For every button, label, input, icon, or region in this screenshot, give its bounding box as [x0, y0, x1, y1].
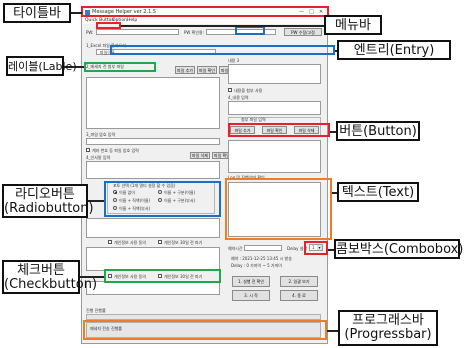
- check-before-run-button[interactable]: 1. 실행 전 확인: [232, 276, 270, 287]
- attach-files-text[interactable]: [86, 77, 220, 129]
- schedule-label: 예약시간: [228, 246, 243, 251]
- checkbox-consent-1-label: 개인정보 사용 동의: [114, 240, 146, 245]
- greeting-text[interactable]: [86, 161, 220, 179]
- tag-progressbar-line1: 프로그래스바: [352, 313, 424, 328]
- highlight-checkbutton: [104, 269, 221, 283]
- content-checkbox-label: 내용을 첨부 사용: [234, 88, 263, 93]
- tag-button: 버튼(Button): [336, 121, 420, 141]
- tag-title-bar: 타이틀바: [3, 3, 71, 23]
- left-view-file-button[interactable]: 파일 확인: [197, 66, 217, 74]
- content-text[interactable]: [228, 64, 321, 84]
- connector-progressbar: [327, 330, 338, 332]
- tag-combobox: 콤보박스(Combobox): [334, 239, 463, 259]
- checkbox-destroy-1-label: 개인정보 30일 전 파기: [164, 240, 203, 245]
- batch-view-button[interactable]: 2. 일괄 보기: [280, 276, 318, 287]
- highlight-entry-pw: [235, 26, 265, 35]
- pw-confirm-label: PW 확인용:: [184, 30, 205, 35]
- start-button[interactable]: 3. 시 작: [232, 290, 270, 301]
- pw-entry[interactable]: [96, 29, 179, 35]
- connector-menu-bar: [121, 25, 324, 27]
- file-pw-checkbox-label: 계좌 번호 등 파일 암호 입력: [92, 148, 139, 153]
- highlight-button: [228, 123, 330, 137]
- left-add-file-button[interactable]: 파일 추가: [175, 66, 195, 74]
- tag-progressbar: 프로그래스바 (Progressbar): [338, 310, 438, 346]
- attach-list-text[interactable]: [228, 140, 321, 173]
- content2-text[interactable]: [228, 101, 321, 115]
- highlight-title-bar: [81, 6, 329, 17]
- highlight-text: [225, 178, 332, 240]
- tag-checkbutton: 체크버튼 (Checkbutton): [2, 260, 98, 294]
- tag-radiobutton-line2: (Radiobutton): [4, 201, 94, 216]
- highlight-entry: [110, 45, 335, 55]
- memo-text-3[interactable]: [86, 281, 220, 295]
- memo-text[interactable]: [86, 218, 220, 238]
- content-checkbox[interactable]: [228, 88, 232, 92]
- tag-checkbutton-line1: 체크버튼: [17, 263, 65, 278]
- file-pw-entry[interactable]: [86, 138, 220, 145]
- tag-entry: 엔트리(Entry): [337, 40, 451, 60]
- highlight-menu-bar: [96, 22, 121, 29]
- stop-button[interactable]: 4. 종 료: [280, 290, 318, 301]
- pw-edit-button[interactable]: PW 수정/고정: [284, 28, 322, 36]
- highlight-combobox: [304, 241, 328, 255]
- tag-progressbar-line2: (Progressbar): [344, 327, 432, 342]
- highlight-label: [84, 62, 156, 72]
- tag-text: 텍스트(Text): [337, 182, 419, 202]
- checkbox-consent-1[interactable]: [108, 240, 112, 244]
- connector-title-bar: [70, 12, 82, 14]
- tag-radiobutton-line1: 라디오버튼: [15, 187, 75, 202]
- highlight-progressbar: [83, 320, 327, 340]
- checkbox-destroy-1[interactable]: [158, 240, 162, 244]
- tag-menu-bar: 메뉴바: [324, 15, 382, 35]
- tag-checkbutton-line2: (Checkbutton): [4, 277, 98, 292]
- file-pw-checkbox[interactable]: [86, 148, 90, 152]
- memo-text-2[interactable]: [86, 247, 220, 271]
- tag-label: 레이블(Lable): [6, 56, 77, 76]
- menu-item-help[interactable]: Help: [127, 18, 137, 23]
- schedule-info-2: Delay : 0 가까이 ~ 5 가까이: [231, 263, 282, 268]
- schedule-info-1: 예약 : 2021-12-25 13:45 시 발송: [231, 256, 292, 261]
- tag-radiobutton: 라디오버튼 (Radiobutton): [2, 184, 94, 218]
- pw-label: PW:: [86, 30, 94, 35]
- schedule-entry[interactable]: [244, 245, 282, 251]
- left-delete-button-2[interactable]: 파일 삭제: [190, 152, 210, 159]
- highlight-radiobutton: [104, 181, 221, 217]
